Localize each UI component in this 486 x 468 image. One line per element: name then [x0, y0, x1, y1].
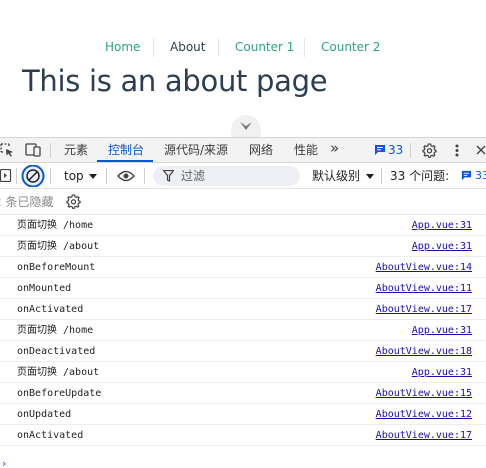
kebab-menu-icon[interactable] [454, 143, 460, 158]
console-prompt[interactable]: › [2, 457, 6, 468]
console-source-link[interactable]: AboutView.vue:18 [376, 345, 472, 358]
hidden-messages-count: 2 条已隐藏 [0, 195, 54, 209]
clear-console-icon[interactable] [21, 165, 45, 187]
filter-separator [144, 168, 145, 184]
more-tabs-icon[interactable]: » [330, 140, 339, 156]
console-message: onUpdated AboutView.vue:12 [0, 404, 486, 425]
console-message: onActivated AboutView.vue:17 [0, 299, 486, 320]
console-message: onBeforeMount AboutView.vue:14 [0, 257, 486, 278]
issues-message-icon[interactable] [461, 170, 472, 181]
console-message-text: 页面切换 /home [17, 220, 94, 231]
dropdown-caret-icon [366, 174, 374, 179]
console-message: onDeactivated AboutView.vue:18 [0, 341, 486, 362]
close-icon[interactable] [476, 145, 486, 155]
nav-separator [218, 38, 219, 57]
console-message: onActivated AboutView.vue:17 [0, 425, 486, 446]
console-source-link[interactable]: App.vue:31 [412, 324, 472, 337]
tab-performance[interactable]: 性能 [294, 142, 318, 158]
console-message: onMounted AboutView.vue:11 [0, 278, 486, 299]
console-message-text: onDeactivated [17, 346, 96, 357]
console-message-text: onMounted [17, 283, 72, 294]
issues-count-badge[interactable]: 33 [388, 142, 403, 158]
console-source-link[interactable]: App.vue:31 [412, 366, 472, 379]
console-message: 页面切换 /about App.vue:31 [0, 362, 486, 383]
log-levels-value: 默认级别 [312, 169, 361, 183]
nav-link-about[interactable]: About [170, 38, 205, 56]
console-message-text: onActivated [17, 304, 84, 315]
console-source-link[interactable]: App.vue:31 [412, 219, 472, 232]
dropdown-caret-icon [89, 174, 97, 179]
console-message-text: 页面切换 /about [17, 241, 100, 252]
settings-gear-icon[interactable] [66, 194, 81, 209]
console-source-link[interactable]: AboutView.vue:17 [376, 303, 472, 316]
hidden-messages-bar: 2 条已隐藏 [0, 189, 486, 215]
console-source-link[interactable]: AboutView.vue:14 [376, 261, 472, 274]
console-source-link[interactable]: AboutView.vue:17 [376, 429, 472, 442]
tab-network[interactable]: 网络 [249, 142, 273, 158]
console-message: 页面切换 /about App.vue:31 [0, 236, 486, 257]
nav-link-home[interactable]: Home [105, 38, 140, 56]
inspect-element-icon[interactable] [0, 143, 14, 157]
filter-icon [163, 170, 174, 182]
console-filter-input[interactable]: 过滤 [153, 166, 300, 186]
filter-separator [16, 168, 17, 184]
nav-link-counter-1[interactable]: Counter 1 [235, 38, 294, 56]
device-toolbar-icon[interactable] [25, 143, 41, 157]
console-source-link[interactable]: AboutView.vue:15 [376, 387, 472, 400]
devtools-tabbar: 元素 控制台 源代码/来源 网络 性能 » 33 [0, 138, 486, 163]
console-message-text: onBeforeUpdate [17, 388, 102, 399]
tab-sources[interactable]: 源代码/来源 [164, 142, 228, 158]
sidebar-toggle-icon[interactable] [0, 169, 12, 182]
console-message-text: 页面切换 /home [17, 325, 94, 336]
devtools-panel: 元素 控制台 源代码/来源 网络 性能 » 33 top 过滤 默认级别 33 … [0, 137, 486, 468]
console-message: 页面切换 /home App.vue:31 [0, 320, 486, 341]
filter-separator [106, 168, 107, 184]
issues-message-icon[interactable] [374, 144, 386, 156]
tab-separator [50, 143, 51, 158]
console-message-text: 页面切换 /about [17, 367, 100, 378]
console-source-link[interactable]: AboutView.vue:11 [376, 282, 472, 295]
console-message: onBeforeUpdate AboutView.vue:15 [0, 383, 486, 404]
settings-gear-icon[interactable] [422, 143, 437, 158]
nav-separator [153, 38, 154, 57]
console-message-text: onUpdated [17, 409, 72, 420]
nav-link-counter-2[interactable]: Counter 2 [321, 38, 380, 56]
issues-count[interactable]: 33 个问题: [390, 169, 449, 183]
eye-icon[interactable] [117, 170, 135, 182]
filter-separator [50, 168, 51, 184]
console-source-link[interactable]: AboutView.vue:12 [376, 408, 472, 421]
console-message: 页面切换 /home App.vue:31 [0, 215, 486, 236]
selected-tab-indicator [97, 160, 153, 162]
devtools-collapse-handle[interactable] [231, 115, 261, 137]
context-select-value: top [64, 169, 84, 183]
page-title: This is an about page [22, 64, 328, 98]
issues-filter-badge[interactable]: 33 [475, 168, 486, 184]
filter-separator [381, 168, 382, 184]
tab-console[interactable]: 控制台 [108, 142, 144, 158]
log-levels-dropdown[interactable]: 默认级别 [312, 169, 360, 183]
app-nav: Home About Counter 1 Counter 2 [0, 38, 486, 57]
nav-separator [304, 38, 305, 57]
console-message-text: onBeforeMount [17, 262, 96, 273]
tab-separator [410, 143, 411, 158]
console-source-link[interactable]: App.vue:31 [412, 240, 472, 253]
tab-elements[interactable]: 元素 [64, 142, 88, 158]
console-message-text: onActivated [17, 430, 84, 441]
context-select[interactable]: top [64, 169, 84, 183]
collapse-chevron-icon [240, 122, 252, 130]
console-filterbar: top 过滤 默认级别 33 个问题: 33 [0, 163, 486, 189]
filter-placeholder: 过滤 [181, 169, 206, 183]
